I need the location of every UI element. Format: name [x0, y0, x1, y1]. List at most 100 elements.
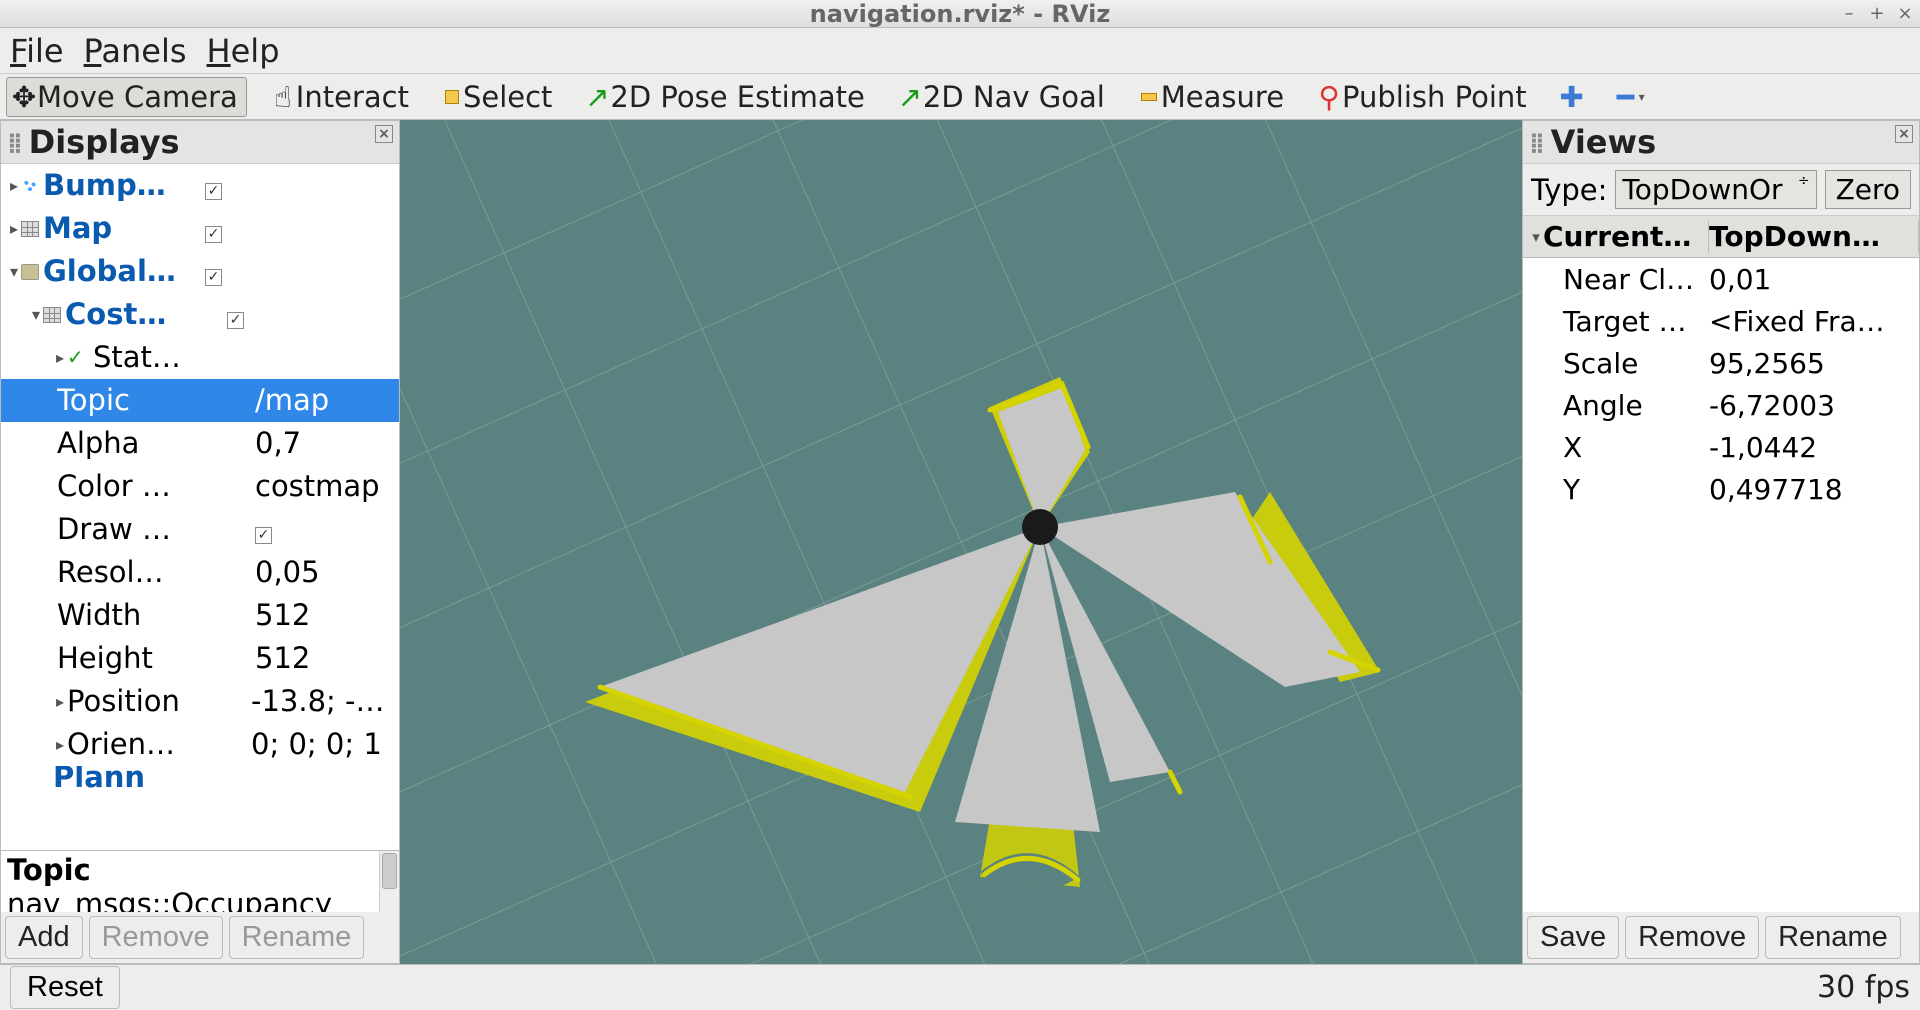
tool-add-display[interactable]: ✚	[1554, 85, 1590, 109]
view-type-combo[interactable]: TopDownOr ÷	[1615, 170, 1816, 209]
pose-estimate-icon: ↗	[588, 88, 606, 106]
maximize-icon[interactable]: +	[1868, 3, 1886, 24]
add-button[interactable]: Add	[5, 916, 83, 959]
menu-file[interactable]: File	[10, 32, 64, 70]
minus-icon: ━	[1617, 88, 1635, 106]
window-title: navigation.rviz* - RViz	[810, 0, 1111, 28]
checkbox-icon[interactable]: ✓	[255, 527, 272, 544]
render-viewport[interactable]	[400, 120, 1522, 964]
menubar: File Panels Help	[0, 28, 1920, 74]
checkbox-icon[interactable]: ✓	[205, 226, 222, 243]
fps-label: 30 fps	[1817, 970, 1910, 1005]
tool-pose-estimate-label: 2D Pose Estimate	[610, 80, 864, 114]
tool-remove-display[interactable]: ━ ▾	[1608, 85, 1654, 109]
publish-point-icon: ⚲	[1320, 88, 1338, 106]
tree-item-alpha[interactable]: Alpha 0,7	[1, 422, 399, 465]
tree-item-color[interactable]: Color … costmap	[1, 465, 399, 508]
checkbox-icon[interactable]: ✓	[205, 269, 222, 286]
pointcloud-icon	[21, 178, 39, 194]
tree-item-resolution[interactable]: Resol… 0,05	[1, 551, 399, 594]
type-label: Type:	[1531, 173, 1607, 207]
status-ok-icon: ✓	[67, 336, 84, 379]
views-scale[interactable]: Scale 95,2565	[1523, 342, 1919, 384]
tool-nav-goal[interactable]: ↗ 2D Nav Goal	[892, 77, 1114, 117]
scrollbar-thumb[interactable]	[382, 853, 397, 889]
scrollbar[interactable]	[379, 851, 399, 912]
tree-item-global[interactable]: ▾Global… ✓	[1, 250, 399, 293]
reset-button[interactable]: Reset	[10, 966, 120, 1009]
close-icon[interactable]: ×	[1896, 3, 1914, 24]
measure-icon	[1141, 93, 1157, 101]
tree-item-bump[interactable]: ▸Bump… ✓	[1, 164, 399, 207]
tool-publish-point[interactable]: ⚲ Publish Point	[1311, 77, 1536, 117]
tree-item-topic[interactable]: Topic /map	[1, 379, 399, 422]
views-type-row: Type: TopDownOr ÷ Zero	[1523, 164, 1919, 216]
remove-button[interactable]: Remove	[1625, 916, 1759, 959]
toolbar: ✥ Move Camera ☝ Interact Select ↗ 2D Pos…	[0, 74, 1920, 120]
tool-interact[interactable]: ☝ Interact	[265, 77, 418, 117]
views-angle[interactable]: Angle -6,72003	[1523, 384, 1919, 426]
panel-close-icon[interactable]: ×	[1895, 125, 1913, 143]
tree-item-height[interactable]: Height 512	[1, 637, 399, 680]
views-title: Views	[1551, 123, 1656, 161]
views-header[interactable]: ⣿ Views ×	[1523, 121, 1919, 164]
panel-close-icon[interactable]: ×	[375, 125, 393, 143]
views-tree[interactable]: ▾Current… TopDown… Near Cl… 0,01 Target …	[1523, 216, 1919, 912]
tree-item-cost[interactable]: ▾Cost… ✓	[1, 293, 399, 336]
checkbox-icon[interactable]: ✓	[205, 183, 222, 200]
minimize-icon[interactable]: –	[1840, 3, 1858, 24]
tool-select[interactable]: Select	[436, 77, 561, 117]
checkbox-icon[interactable]: ✓	[227, 312, 244, 329]
tree-item-planner[interactable]: Plann	[1, 766, 399, 788]
tool-select-label: Select	[463, 80, 552, 114]
tool-move-camera[interactable]: ✥ Move Camera	[6, 77, 247, 117]
views-near-clip[interactable]: Near Cl… 0,01	[1523, 258, 1919, 300]
displays-buttons: Add Remove Rename	[1, 912, 399, 963]
tool-move-camera-label: Move Camera	[37, 80, 238, 114]
chevron-down-icon: ▾	[1639, 90, 1645, 104]
tree-item-draw[interactable]: Draw … ✓	[1, 508, 399, 551]
move-camera-icon: ✥	[15, 88, 33, 106]
displays-panel: ⣿ Displays × ▸Bump… ✓ ▸Map ✓ ▾Global… ✓ …	[0, 120, 400, 964]
tool-publish-point-label: Publish Point	[1342, 80, 1527, 114]
description-box: Topic nav_msgs::Occupancy	[1, 850, 399, 912]
grip-icon: ⣿	[7, 130, 23, 154]
interact-icon: ☝	[274, 88, 292, 106]
folder-icon	[21, 264, 39, 280]
displays-title: Displays	[29, 123, 180, 161]
menu-help[interactable]: Help	[207, 32, 280, 70]
window-titlebar: navigation.rviz* - RViz – + ×	[0, 0, 1920, 28]
views-buttons: Save Remove Rename	[1523, 912, 1919, 963]
viewport-svg	[400, 120, 1522, 964]
rename-button[interactable]: Rename	[1765, 916, 1901, 959]
menu-panels[interactable]: Panels	[84, 32, 187, 70]
displays-tree[interactable]: ▸Bump… ✓ ▸Map ✓ ▾Global… ✓ ▾Cost… ✓ ▸✓ S…	[1, 164, 399, 850]
statusbar: Reset 30 fps	[0, 964, 1920, 1010]
displays-header[interactable]: ⣿ Displays ×	[1, 121, 399, 164]
rename-button[interactable]: Rename	[229, 916, 365, 959]
views-target-frame[interactable]: Target … <Fixed Fra…	[1523, 300, 1919, 342]
tree-item-orientation[interactable]: ▸Orien… 0; 0; 0; 1	[1, 723, 399, 766]
views-x[interactable]: X -1,0442	[1523, 426, 1919, 468]
remove-button[interactable]: Remove	[89, 916, 223, 959]
views-panel: ⣿ Views × Type: TopDownOr ÷ Zero ▾Curren…	[1522, 120, 1920, 964]
plus-icon: ✚	[1563, 88, 1581, 106]
grip-icon: ⣿	[1529, 130, 1545, 154]
costmap-icon	[43, 307, 61, 323]
window-controls: – + ×	[1840, 3, 1914, 24]
nav-goal-icon: ↗	[901, 88, 919, 106]
views-tree-header[interactable]: ▾Current… TopDown…	[1523, 216, 1919, 258]
description-body: nav_msgs::Occupancy	[7, 887, 393, 912]
robot-pose-icon	[1022, 509, 1058, 545]
save-button[interactable]: Save	[1527, 916, 1619, 959]
zero-button[interactable]: Zero	[1825, 170, 1911, 209]
tree-item-status[interactable]: ▸✓ Stat…	[1, 336, 399, 379]
tree-item-map[interactable]: ▸Map ✓	[1, 207, 399, 250]
tool-pose-estimate[interactable]: ↗ 2D Pose Estimate	[579, 77, 873, 117]
tool-nav-goal-label: 2D Nav Goal	[923, 80, 1105, 114]
views-y[interactable]: Y 0,497718	[1523, 468, 1919, 510]
tool-measure[interactable]: Measure	[1132, 77, 1293, 117]
tree-item-width[interactable]: Width 512	[1, 594, 399, 637]
tool-measure-label: Measure	[1161, 80, 1284, 114]
tree-item-position[interactable]: ▸Position -13.8; -13.…	[1, 680, 399, 723]
